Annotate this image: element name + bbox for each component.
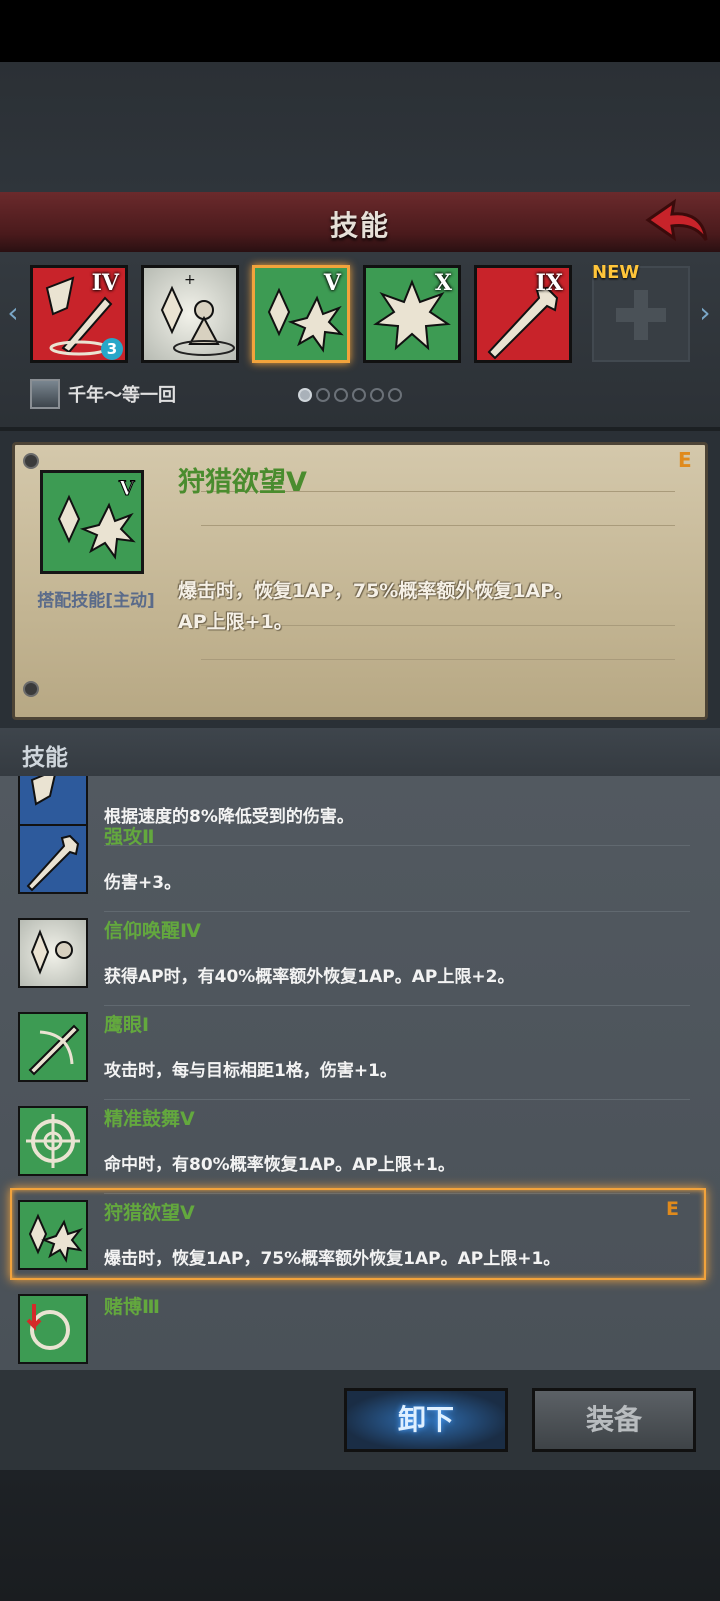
skill-list-item-desc: 获得AP时，有40%概率额外恢复1AP。AP上限+2。 (104, 967, 515, 987)
skill-list-item-desc: 攻击时，每与目标相距1格，伤害+1。 (104, 1061, 397, 1081)
skill-list-item[interactable]: 赌博Ⅲ (0, 1288, 720, 1370)
page-dot[interactable] (370, 388, 384, 402)
player-name: 千年～等一回 (68, 385, 176, 406)
skill-list-item-desc: 爆击时，恢复1AP，75%概率额外恢复1AP。AP上限+1。 (104, 1249, 561, 1269)
rivet (23, 453, 39, 469)
equip-button[interactable]: 装备 (532, 1388, 696, 1452)
card-divider (201, 525, 675, 526)
top-backdrop (0, 62, 720, 192)
skill-name: 狩猎欲望Ⅴ (178, 467, 307, 498)
skill-slot-3-selected[interactable]: V (252, 265, 350, 363)
skill-type-label: 搭配技能[主动] (37, 591, 155, 611)
page-dot[interactable] (298, 388, 312, 402)
skill-list-item-name: 狩猎欲望Ⅴ (104, 1202, 195, 1224)
skill-list-item-name: 精准鼓舞Ⅴ (104, 1108, 195, 1130)
skill-slot-4-grade: X (434, 270, 452, 296)
skill-list-item-grade: E (666, 1198, 679, 1220)
back-arrow-icon[interactable] (644, 196, 710, 248)
skill-slot-1-level-badge: 3 (101, 338, 123, 360)
skill-slot-4[interactable]: X (363, 265, 461, 363)
avatar (30, 379, 60, 409)
skill-list-title: 技能 (22, 745, 68, 771)
skill-slot-1[interactable]: IV 3 (30, 265, 128, 363)
skill-slot-3-grade: V (323, 270, 341, 296)
page-dot[interactable] (388, 388, 402, 402)
skill-slot-2[interactable]: + (141, 265, 239, 363)
skill-grade: E (678, 448, 692, 472)
skill-list-item-name: 信仰唤醒Ⅳ (104, 920, 201, 942)
skill-list-item-name: 强攻Ⅱ (104, 826, 155, 848)
skill-faith-crystal-icon: + (160, 272, 235, 356)
skill-hunting-desire-icon (18, 1200, 88, 1270)
skill-list-item-name: 鹰眼Ⅰ (104, 1014, 150, 1036)
skill-list-item[interactable]: 强攻Ⅱ 伤害+3。 (0, 818, 720, 914)
strip-left-arrow-icon[interactable]: ‹ (4, 295, 22, 331)
skill-list-item-desc: 伤害+3。 (104, 873, 182, 893)
skill-slot-5[interactable]: IX (474, 265, 572, 363)
strip-right-arrow-icon[interactable]: › (696, 295, 714, 331)
skill-faith-crystal-icon (18, 918, 88, 988)
skill-list-item-selected[interactable]: 狩猎欲望Ⅴ E 爆击时，恢复1AP，75%概率额外恢复1AP。AP上限+1。 (0, 1188, 720, 1290)
skill-slot-5-grade: IX (535, 270, 563, 296)
skill-list-item-name: 赌博Ⅲ (104, 1296, 160, 1318)
page-indicator[interactable] (298, 388, 402, 402)
unequip-button[interactable]: 卸下 (344, 1388, 508, 1452)
svg-text:+: + (184, 272, 196, 288)
card-skill-icon: V (40, 470, 144, 574)
svg-text:V: V (118, 476, 135, 500)
skill-eagle-eye-icon (18, 1012, 88, 1082)
skill-gamble-icon (18, 1294, 88, 1364)
skill-description-line: 爆击时，恢复1AP，75%概率额外恢复1AP。 (178, 580, 574, 602)
player-info: 千年～等一回 (30, 378, 176, 410)
card-divider (201, 659, 675, 660)
page-dot[interactable] (316, 388, 330, 402)
page-dot[interactable] (334, 388, 348, 402)
skill-sword-icon (18, 824, 88, 894)
skill-description: 爆击时，恢复1AP，75%概率额外恢复1AP。 AP上限+1。 (178, 576, 678, 638)
skill-description-line: AP上限+1。 (178, 611, 293, 633)
skill-list-item[interactable]: 精准鼓舞Ⅴ 命中时，有80%概率恢复1AP。AP上限+1。 (0, 1100, 720, 1196)
skill-list-item-desc: 命中时，有80%概率恢复1AP。AP上限+1。 (104, 1155, 455, 1175)
page-title: 技能 (329, 209, 390, 242)
rivet (23, 681, 39, 697)
skill-list[interactable]: 根据速度的8%降低受到的伤害。 强攻Ⅱ 伤害+3。 信仰唤醒Ⅳ 获得AP时，有4… (0, 776, 720, 1370)
skill-list-item[interactable]: 信仰唤醒Ⅳ 获得AP时，有40%概率额外恢复1AP。AP上限+2。 (0, 912, 720, 1008)
skill-list-header (0, 728, 720, 776)
skill-crosshair-icon (18, 1106, 88, 1176)
header-bar: 技能 (0, 192, 720, 255)
skill-hunting-desire-icon: V (57, 476, 136, 560)
skill-slot-1-grade: IV (91, 270, 119, 296)
new-badge: NEW (592, 262, 640, 283)
skill-list-item[interactable]: 鹰眼Ⅰ 攻击时，每与目标相距1格，伤害+1。 (0, 1006, 720, 1102)
page-dot[interactable] (352, 388, 366, 402)
status-bar (0, 0, 720, 62)
bottom-backdrop (0, 1470, 720, 1601)
